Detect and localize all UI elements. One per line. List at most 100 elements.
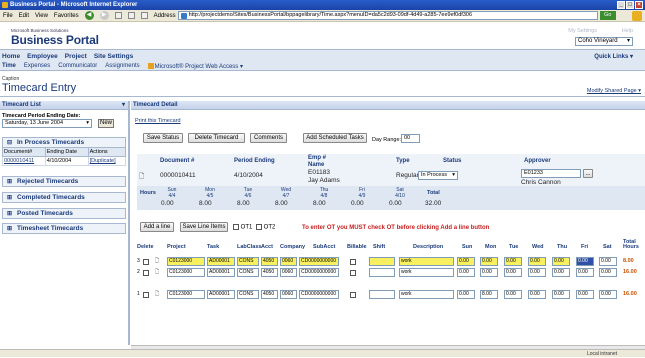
menu-favorites[interactable]: Favorites — [54, 13, 79, 19]
modify-shared-page-link[interactable]: Modify Shared Page ▾ — [587, 88, 641, 94]
minimize-button[interactable]: _ — [617, 1, 625, 9]
quick-links-menu[interactable]: Quick Links ▾ — [594, 53, 633, 60]
ot2-checkbox[interactable] — [256, 224, 262, 230]
delete-line-checkbox[interactable] — [143, 292, 149, 298]
tab-site-settings[interactable]: Site Settings — [94, 53, 133, 60]
period-ending-select[interactable]: Saturday, 13 June 2004 — [2, 119, 92, 128]
line-mon-input[interactable]: 0.00 — [480, 257, 498, 266]
line-tue-input[interactable]: 0.00 — [504, 268, 522, 277]
line-wed-input[interactable]: 0.00 — [528, 290, 546, 299]
line-sat-input[interactable]: 0.00 — [599, 268, 617, 277]
line-tue-input[interactable]: 0.00 — [504, 290, 522, 299]
line-shift-input[interactable] — [369, 290, 395, 299]
line-wed-input[interactable]: 0.00 — [528, 268, 546, 277]
line-acct-input[interactable]: 4050 — [261, 257, 278, 266]
timecard-doc-link[interactable]: 0000010411 — [4, 158, 34, 164]
line-labclass-input[interactable]: CONS — [237, 290, 259, 299]
line-sat-input[interactable]: 0.00 — [599, 257, 617, 266]
ot1-checkbox[interactable] — [233, 224, 239, 230]
subtab-project-web-access[interactable]: Microsoft® Project Web Access ▾ — [147, 63, 243, 70]
save-status-button[interactable]: Save Status — [143, 133, 183, 143]
close-button[interactable]: × — [635, 1, 643, 9]
line-mon-input[interactable]: 0.00 — [480, 268, 498, 277]
subtab-expenses[interactable]: Expenses — [24, 63, 50, 70]
completed-timecards-section[interactable]: Completed Timecards — [2, 192, 126, 203]
line-company-input[interactable]: 0060 — [280, 257, 297, 266]
line-acct-input[interactable]: 4050 — [261, 268, 278, 277]
line-labclass-input[interactable]: CONS — [237, 257, 259, 266]
go-button[interactable]: Go — [599, 11, 616, 20]
line-desc-input[interactable]: work — [399, 268, 454, 277]
line-task-input[interactable]: AD00001 — [207, 257, 235, 266]
billable-checkbox[interactable] — [350, 270, 356, 276]
maximize-button[interactable]: □ — [626, 1, 634, 9]
day-range-input[interactable]: 00 — [401, 134, 420, 143]
line-labclass-input[interactable]: CONS — [237, 268, 259, 277]
line-tue-input[interactable]: 0.00 — [504, 257, 522, 266]
line-fri-input[interactable]: 0.00 — [576, 290, 594, 299]
ot1-option[interactable]: OT1 — [233, 224, 252, 231]
line-desc-input[interactable]: work — [399, 290, 454, 299]
line-thu-input[interactable]: 0.00 — [552, 290, 570, 299]
line-wed-input[interactable]: 0.00 — [528, 257, 546, 266]
line-project-input[interactable]: C0123000 — [167, 268, 205, 277]
line-sun-input[interactable]: 0.00 — [457, 268, 475, 277]
line-desc-input[interactable]: work — [399, 257, 454, 266]
subtab-time[interactable]: Time — [2, 63, 16, 70]
menu-edit[interactable]: Edit — [19, 13, 29, 19]
line-document-icon[interactable]: 🗋 — [155, 258, 159, 266]
line-thu-input[interactable]: 0.00 — [552, 257, 570, 266]
delete-line-checkbox[interactable] — [143, 270, 149, 276]
site-select[interactable]: Coho Vineyard — [575, 37, 633, 46]
save-line-items-button[interactable]: Save Line Items — [180, 222, 228, 232]
subtab-assignments[interactable]: Assignments — [105, 63, 139, 70]
tab-project[interactable]: Project — [65, 53, 87, 60]
pane-menu-icon[interactable]: ▾ — [122, 101, 125, 110]
line-company-input[interactable]: 0060 — [280, 290, 297, 299]
line-sun-input[interactable]: 0.00 — [457, 257, 475, 266]
timesheet-timecards-section[interactable]: Timesheet Timecards — [2, 223, 126, 234]
line-thu-input[interactable]: 0.00 — [552, 268, 570, 277]
address-input[interactable]: http://projectdemo/Sites/BusinessPortal/… — [177, 11, 598, 20]
comments-button[interactable]: Comments — [250, 133, 287, 143]
home-icon[interactable] — [140, 12, 148, 19]
stop-icon[interactable] — [114, 12, 122, 19]
approver-input[interactable]: E01233 — [521, 169, 581, 178]
line-subacct-input[interactable]: CD0000000000 — [299, 268, 339, 277]
menu-view[interactable]: View — [35, 13, 48, 19]
add-line-button[interactable]: Add a line — [140, 222, 174, 232]
line-sat-input[interactable]: 0.00 — [599, 290, 617, 299]
line-mon-input[interactable]: 8.00 — [480, 290, 498, 299]
billable-checkbox[interactable] — [350, 292, 356, 298]
line-task-input[interactable]: AD00001 — [207, 268, 235, 277]
help-link[interactable]: Help — [622, 28, 633, 34]
approver-lookup-button[interactable]: ... — [583, 169, 593, 178]
subtab-communicator[interactable]: Communicator — [58, 63, 97, 70]
line-acct-input[interactable]: 4050 — [261, 290, 278, 299]
line-shift-input[interactable] — [369, 257, 395, 266]
new-timecard-button[interactable]: New — [98, 119, 114, 128]
pane-splitter[interactable] — [128, 101, 130, 345]
delete-timecard-button[interactable]: Delete Timecard — [188, 133, 245, 143]
menu-file[interactable]: File — [3, 13, 13, 19]
line-shift-input[interactable] — [369, 268, 395, 277]
forward-button[interactable]: ▶ — [99, 11, 109, 20]
refresh-icon[interactable] — [127, 12, 135, 19]
billable-checkbox[interactable] — [350, 259, 356, 265]
status-select[interactable]: In Process — [418, 171, 458, 180]
line-fri-input[interactable]: 0.00 — [576, 268, 594, 277]
line-fri-input[interactable]: 0.00 — [576, 257, 594, 266]
my-settings-link[interactable]: My Settings — [568, 28, 597, 34]
line-document-icon[interactable]: 🗋 — [155, 291, 159, 299]
line-project-input[interactable]: C0123000 — [167, 257, 205, 266]
add-scheduled-tasks-button[interactable]: Add Scheduled Tasks — [303, 133, 367, 143]
delete-line-checkbox[interactable] — [143, 259, 149, 265]
back-button[interactable]: ◀ — [84, 11, 94, 20]
duplicate-link[interactable]: [Duplicate] — [90, 158, 116, 164]
line-subacct-input[interactable]: CD0000000000 — [299, 290, 339, 299]
line-project-input[interactable]: C0123000 — [167, 290, 205, 299]
line-sun-input[interactable]: 0.00 — [457, 290, 475, 299]
line-document-icon[interactable]: 🗋 — [155, 269, 159, 277]
posted-timecards-section[interactable]: Posted Timecards — [2, 208, 126, 219]
line-company-input[interactable]: 0060 — [280, 268, 297, 277]
